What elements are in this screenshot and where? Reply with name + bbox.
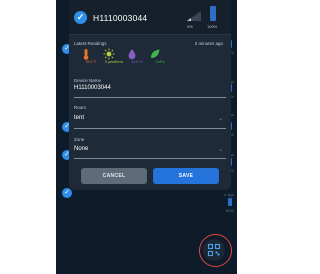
highlight-ring bbox=[199, 234, 232, 267]
check-icon: ✓ bbox=[62, 188, 72, 198]
temperature-value: 78.5 °F bbox=[85, 60, 97, 64]
chevron-down-icon[interactable]: ⌄ bbox=[218, 146, 223, 153]
signal-pct: 4% bbox=[187, 24, 193, 29]
app-screen: ✓ 100% n ago 100% ✓ n ago 65% ✓ n ago 80… bbox=[56, 0, 237, 274]
device-name-underline bbox=[74, 97, 226, 98]
zone-underline bbox=[74, 158, 226, 159]
battery-pct: 100% bbox=[207, 24, 218, 29]
reading-light: 0 μmol/m²/s bbox=[103, 48, 125, 66]
zone-label: Zone bbox=[74, 137, 85, 142]
signal-icon bbox=[187, 11, 201, 21]
latest-readings-label: Latest Readings bbox=[74, 41, 107, 46]
cancel-button[interactable]: CANCEL bbox=[81, 168, 147, 184]
room-select[interactable]: tent bbox=[74, 115, 84, 121]
thermometer-icon bbox=[83, 49, 89, 60]
device-name-field[interactable]: H1110003044 bbox=[74, 85, 111, 91]
zone-select[interactable]: None bbox=[74, 146, 88, 152]
leaf-icon bbox=[151, 49, 160, 58]
readings-time: 2 minutes ago bbox=[194, 41, 223, 46]
droplet-icon bbox=[128, 49, 136, 60]
check-icon: ✓ bbox=[74, 11, 87, 24]
reading-temperature: 78.5 °F bbox=[80, 48, 102, 66]
room-label: Room bbox=[74, 105, 87, 110]
edit-device-dialog: ✓ H1110003044 4% 100% Latest Readings 2 … bbox=[69, 0, 231, 190]
device-id: H1110003044 bbox=[93, 13, 148, 23]
battery-pct: 80% bbox=[225, 208, 234, 213]
room-underline bbox=[74, 128, 226, 129]
vpd-value: 0 kPa bbox=[155, 60, 165, 64]
battery-icon bbox=[228, 198, 232, 206]
list-item[interactable]: ✓ n ago 80% bbox=[56, 188, 237, 226]
save-button[interactable]: SAVE bbox=[153, 168, 219, 184]
chevron-down-icon[interactable]: ⌄ bbox=[218, 115, 223, 122]
sun-icon bbox=[103, 48, 115, 60]
device-name-label: Device Name bbox=[74, 78, 102, 83]
light-value: 0 μmol/m²/s bbox=[104, 60, 124, 64]
reading-humidity: 44.5 % bbox=[126, 48, 148, 66]
humidity-value: 44.5 % bbox=[131, 60, 143, 64]
list-item-ago: n ago bbox=[223, 192, 234, 197]
dialog-header: ✓ H1110003044 4% 100% bbox=[69, 0, 231, 35]
reading-vpd: 0 kPa bbox=[149, 48, 171, 66]
battery-icon bbox=[210, 6, 216, 21]
